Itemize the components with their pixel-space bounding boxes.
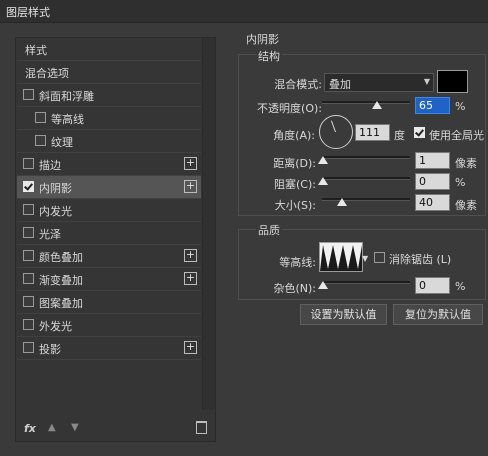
angle-needle [330, 120, 336, 133]
distance-slider-thumb[interactable] [318, 156, 328, 164]
quality-title: 品质 [256, 222, 282, 238]
opacity-unit: % [455, 100, 466, 113]
style-item-stroke[interactable]: 描边 + [17, 153, 201, 176]
choke-slider-thumb[interactable] [318, 177, 328, 185]
opacity-input[interactable]: 65 [415, 97, 450, 114]
style-item-inner-glow[interactable]: 内发光 [17, 199, 201, 222]
styles-list-scrollbar[interactable] [202, 38, 215, 410]
trash-icon[interactable] [196, 421, 207, 434]
bevel-emboss-checkbox[interactable] [23, 89, 34, 100]
blending-options-item[interactable]: 混合选项 [17, 61, 201, 84]
add-color-overlay-plus-icon[interactable]: + [184, 249, 197, 262]
choke-input[interactable]: 0 [415, 173, 450, 190]
inner-shadow-checkbox[interactable] [23, 181, 34, 192]
style-item-gradient-overlay[interactable]: 渐变叠加 + [17, 268, 201, 291]
distance-slider-track[interactable] [322, 156, 410, 159]
angle-unit: 度 [394, 129, 405, 142]
size-slider-thumb[interactable] [337, 198, 347, 206]
opacity-slider-track[interactable] [322, 101, 410, 104]
choke-label: 阻塞(C): [274, 178, 316, 191]
move-up-arrow-icon[interactable]: ▲ [48, 422, 56, 433]
angle-label: 角度(A): [273, 129, 315, 142]
styles-list-toolbar: fx ▲ ▼ [16, 417, 215, 441]
style-item-color-overlay[interactable]: 颜色叠加 + [17, 245, 201, 268]
distance-label: 距离(D): [273, 157, 316, 170]
noise-input[interactable]: 0 [415, 277, 450, 294]
add-drop-shadow-plus-icon[interactable]: + [184, 341, 197, 354]
chevron-down-icon: ▼ [423, 77, 430, 86]
contour-curve-icon [320, 245, 362, 271]
opacity-slider-thumb[interactable] [372, 101, 382, 109]
contour-preview[interactable] [319, 242, 363, 272]
stroke-checkbox[interactable] [23, 158, 34, 169]
pattern-overlay-checkbox[interactable] [23, 296, 34, 307]
section-title-inner-shadow: 内阴影 [246, 33, 279, 46]
blend-mode-label: 混合模式: [274, 78, 322, 91]
style-item-satin[interactable]: 光泽 [17, 222, 201, 245]
size-unit: 像素 [455, 199, 477, 212]
noise-unit: % [455, 280, 466, 293]
style-item-texture[interactable]: 纹理 [17, 130, 201, 153]
distance-input[interactable]: 1 [415, 152, 450, 169]
style-item-contour[interactable]: 等高线 [17, 107, 201, 130]
satin-checkbox[interactable] [23, 227, 34, 238]
angle-input[interactable]: 111 [355, 124, 390, 141]
shadow-color-swatch[interactable] [437, 70, 468, 93]
inner-glow-checkbox[interactable] [23, 204, 34, 215]
style-item-drop-shadow[interactable]: 投影 + [17, 337, 201, 360]
styles-header[interactable]: 样式 [17, 38, 201, 61]
anti-aliased-checkbox[interactable] [374, 252, 385, 263]
reset-to-default-button[interactable]: 复位为默认值 [393, 304, 483, 325]
distance-unit: 像素 [455, 157, 477, 170]
use-global-light-checkbox[interactable] [414, 127, 425, 138]
move-down-arrow-icon[interactable]: ▼ [71, 422, 79, 433]
add-inner-shadow-plus-icon[interactable]: + [184, 180, 197, 193]
size-slider-track[interactable] [322, 198, 410, 201]
angle-dial[interactable] [319, 115, 353, 149]
add-gradient-overlay-plus-icon[interactable]: + [184, 272, 197, 285]
noise-label: 杂色(N): [273, 282, 316, 295]
title-bar: 图层样式 [0, 0, 488, 23]
size-input[interactable]: 40 [415, 194, 450, 211]
contour-chevron-down-icon[interactable]: ▼ [362, 254, 368, 263]
use-global-light-label: 使用全局光 [429, 129, 484, 142]
contour-checkbox[interactable] [35, 112, 46, 123]
choke-unit: % [455, 176, 466, 189]
outer-glow-checkbox[interactable] [23, 319, 34, 330]
color-overlay-checkbox[interactable] [23, 250, 34, 261]
anti-aliased-label: 消除锯齿 (L) [389, 253, 452, 266]
noise-slider-track[interactable] [322, 281, 410, 284]
structure-title: 结构 [256, 48, 282, 64]
size-label: 大小(S): [274, 199, 316, 212]
make-default-button[interactable]: 设置为默认值 [300, 304, 387, 325]
blend-mode-dropdown[interactable]: 叠加 ▼ [324, 73, 434, 92]
noise-slider-thumb[interactable] [318, 281, 328, 289]
styles-list-panel: 样式 混合选项 斜面和浮雕 等高线 纹理 描边 + 内阴影 + 内发光 光泽 颜… [15, 37, 216, 442]
opacity-label: 不透明度(O): [257, 102, 322, 115]
window-title: 图层样式 [6, 6, 50, 19]
add-stroke-plus-icon[interactable]: + [184, 157, 197, 170]
drop-shadow-checkbox[interactable] [23, 342, 34, 353]
style-item-outer-glow[interactable]: 外发光 [17, 314, 201, 337]
texture-checkbox[interactable] [35, 135, 46, 146]
gradient-overlay-checkbox[interactable] [23, 273, 34, 284]
style-item-pattern-overlay[interactable]: 图案叠加 [17, 291, 201, 314]
style-item-bevel-emboss[interactable]: 斜面和浮雕 [17, 84, 201, 107]
fx-menu-icon[interactable]: fx [24, 422, 36, 435]
choke-slider-track[interactable] [322, 177, 410, 180]
contour-label: 等高线: [279, 256, 316, 269]
style-item-inner-shadow[interactable]: 内阴影 + [17, 176, 201, 199]
